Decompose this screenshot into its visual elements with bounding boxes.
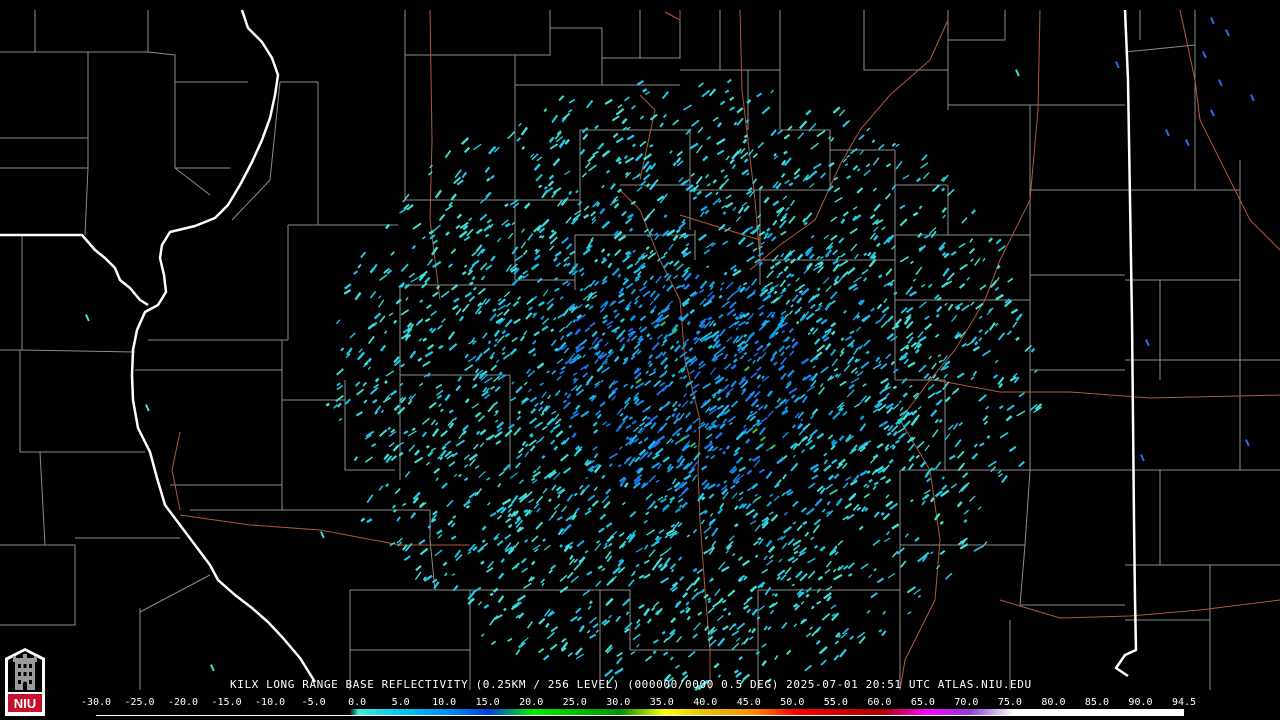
color-scale-tick: -5.0 xyxy=(301,697,326,708)
color-scale-tick: 5.0 xyxy=(391,697,410,708)
color-scale-tick: 15.0 xyxy=(475,697,500,708)
map-background xyxy=(0,0,1280,720)
color-scale-tick: 60.0 xyxy=(867,697,892,708)
color-scale-tick: 85.0 xyxy=(1084,697,1109,708)
color-scale-tick: -25.0 xyxy=(124,697,155,708)
color-scale-tick: 50.0 xyxy=(780,697,805,708)
color-scale-tick: 35.0 xyxy=(649,697,674,708)
color-scale-tick: 30.0 xyxy=(606,697,631,708)
color-scale-tick: 0.0 xyxy=(348,697,367,708)
color-scale-tick: -15.0 xyxy=(211,697,242,708)
color-scale-tick: 55.0 xyxy=(823,697,848,708)
color-scale-tick: 70.0 xyxy=(954,697,979,708)
niu-logo-text: NIU xyxy=(14,696,36,711)
color-scale-tick: -20.0 xyxy=(167,697,199,708)
radar-site-marker xyxy=(674,379,686,391)
radar-map-canvas xyxy=(0,0,1280,720)
niu-logo: NIU xyxy=(3,646,47,716)
color-scale-ticks: -30.0 -25.0 -20.0 -15.0 -10.0 -5.0 0.0 5.0 10.0 1… xyxy=(81,697,1197,709)
color-scale-tick: 75.0 xyxy=(997,697,1022,708)
product-caption: KILX LONG RANGE BASE REFLECTIVITY (0.25K… xyxy=(230,678,1032,691)
color-scale-tick: -30.0 xyxy=(80,697,112,708)
radar-map: KILX LONG RANGE BASE REFLECTIVITY (0.25K… xyxy=(0,0,1280,720)
color-scale-tick: 65.0 xyxy=(910,697,935,708)
color-scale: -30.0 -25.0 -20.0 -15.0 -10.0 -5.0 0.0 5.0 10.0 1… xyxy=(81,697,1197,717)
color-scale-tick: 80.0 xyxy=(1041,697,1066,708)
color-scale-tick: 20.0 xyxy=(519,697,544,708)
color-scale-tick: 40.0 xyxy=(693,697,718,708)
color-scale-bar xyxy=(96,709,1184,716)
color-scale-tick: 45.0 xyxy=(736,697,761,708)
color-scale-tick: 25.0 xyxy=(562,697,587,708)
color-scale-tick: 94.5 xyxy=(1171,697,1197,708)
color-scale-tick: 90.0 xyxy=(1128,697,1153,708)
color-scale-tick: -10.0 xyxy=(255,697,286,708)
niu-logo-icon: NIU xyxy=(5,648,45,716)
color-scale-tick: 10.0 xyxy=(432,697,457,708)
